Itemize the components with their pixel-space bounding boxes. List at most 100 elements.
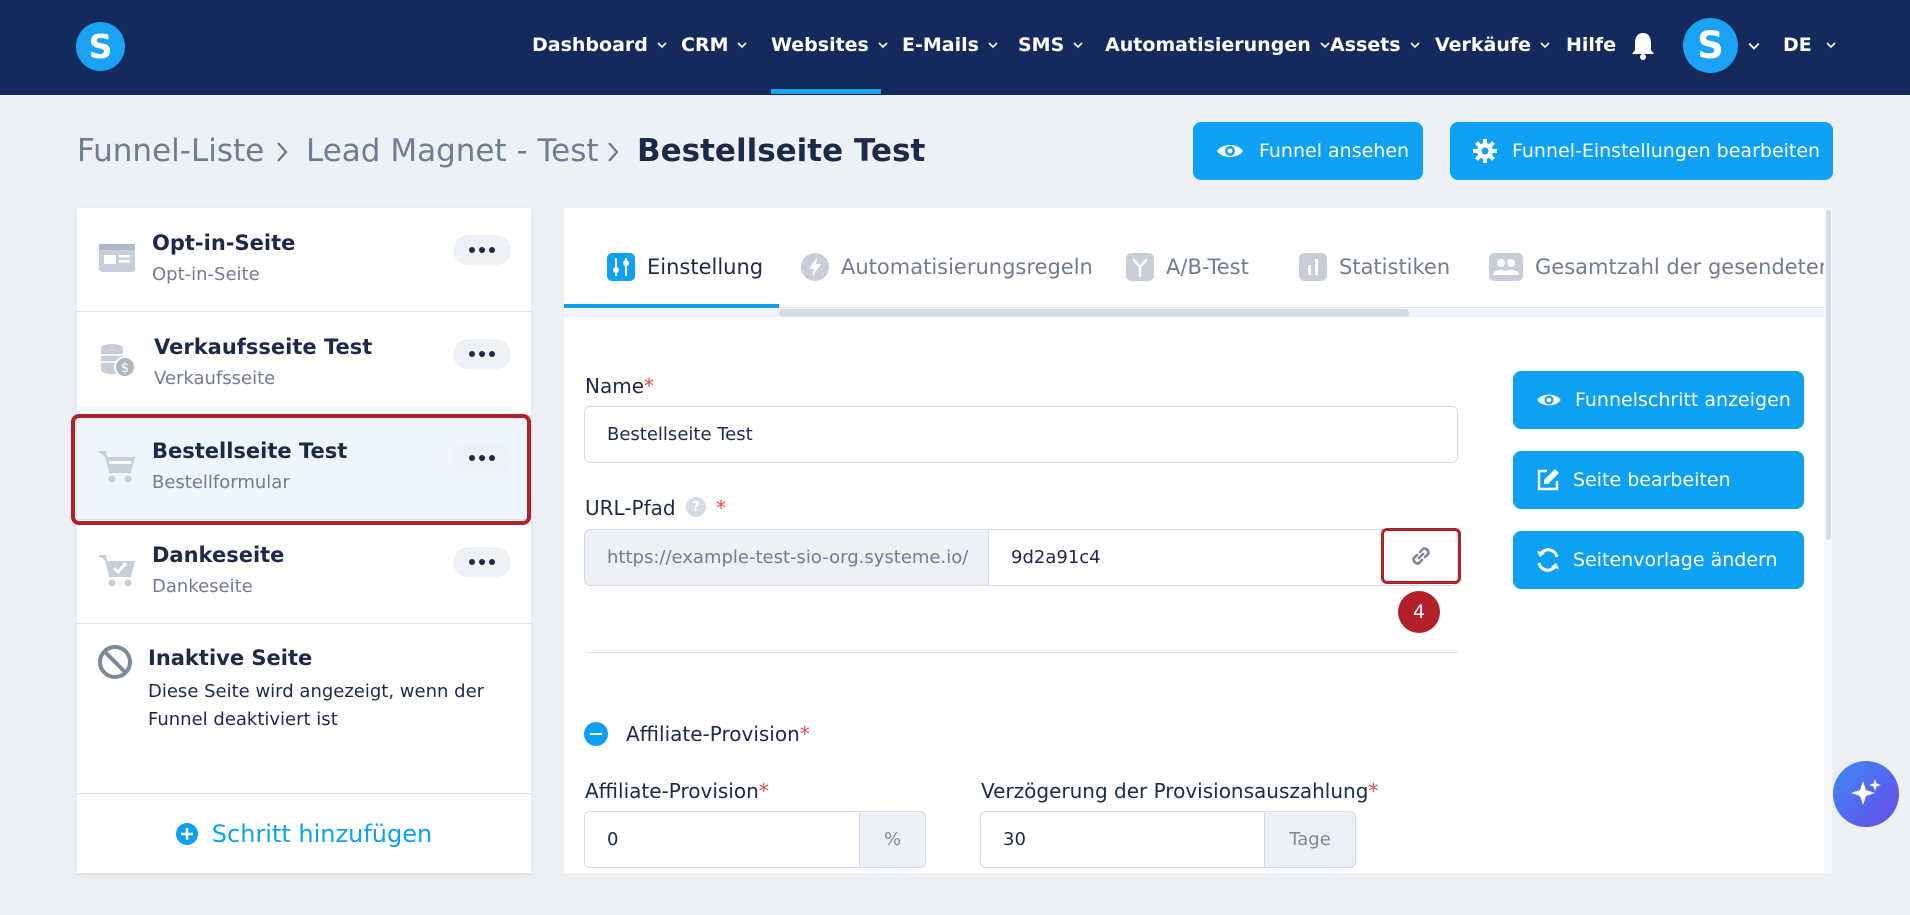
help-icon[interactable]: ? (686, 497, 706, 517)
more-options-button[interactable] (453, 547, 511, 577)
step-title: Dankeseite (152, 543, 285, 567)
tabs-scrollbar-thumb[interactable] (779, 309, 1409, 317)
tab-label: Einstellung (647, 255, 764, 279)
cart-check-icon (99, 555, 136, 587)
chevron-down-icon (988, 42, 998, 49)
step-subtitle: Dankeseite (152, 576, 253, 597)
eye-icon (1537, 394, 1561, 406)
name-input[interactable]: Bestellseite Test (584, 406, 1458, 463)
funnel-steps-sidebar: Opt-in-Seite Opt-in-Seite $ Verkaufsseit… (77, 208, 531, 873)
nav-dashboard-label: Dashboard (532, 34, 648, 56)
language-selector[interactable]: DE (1783, 30, 1836, 60)
payout-delay-input[interactable]: 30 (980, 811, 1265, 868)
nav-sms-label: SMS (1018, 34, 1065, 56)
tab-settings[interactable]: Einstellung (607, 244, 763, 290)
nav-help[interactable]: Hilfe (1566, 30, 1616, 60)
chevron-down-icon (1320, 42, 1330, 49)
required-mark: * (758, 779, 769, 803)
tab-label: Statistiken (1339, 255, 1451, 279)
refresh-icon (1537, 548, 1559, 572)
payout-delay-label-text: Verzögerung der Provisionsauszahlung (981, 779, 1369, 803)
required-mark: * (1368, 779, 1379, 803)
nav-emails-label: E-Mails (902, 34, 979, 56)
chevron-down-icon (1073, 42, 1083, 49)
nav-emails[interactable]: E-Mails (902, 30, 998, 60)
add-step-button[interactable]: Schritt hinzufügen (77, 793, 531, 873)
days-suffix: Tage (1264, 811, 1356, 868)
step-thank-you[interactable]: Dankeseite Dankeseite (77, 520, 531, 624)
affiliate-commission-input[interactable]: 0 (584, 811, 860, 868)
url-prefix: https://example-test-sio-org.systeme.io/ (584, 529, 989, 586)
coins-icon: $ (101, 344, 136, 378)
breadcrumb-funnel-list[interactable]: Funnel-Liste (77, 131, 264, 171)
prohibited-icon (98, 645, 132, 679)
collapse-minus-icon[interactable] (584, 722, 608, 746)
chevron-down-icon (1410, 42, 1420, 49)
link-icon (1412, 547, 1430, 565)
url-path-label-text: URL-Pfad (585, 496, 676, 520)
more-options-button[interactable] (453, 339, 511, 369)
change-template-button[interactable]: Seitenvorlage ändern (1513, 531, 1804, 589)
tab-total-sent[interactable]: Gesamtzahl der gesendeten E (1489, 244, 1832, 290)
tab-automation-rules[interactable]: Automatisierungsregeln (801, 244, 1093, 290)
chevron-down-icon (1826, 42, 1836, 49)
app-logo[interactable]: S (76, 22, 125, 71)
nav-crm[interactable]: CRM (681, 30, 748, 60)
tab-statistics[interactable]: Statistiken (1299, 244, 1450, 290)
nav-assets[interactable]: Assets (1330, 30, 1420, 60)
add-step-label: Schritt hinzufügen (211, 819, 433, 848)
show-funnel-step-button[interactable]: Funnelschritt anzeigen (1513, 371, 1804, 429)
nav-dashboard[interactable]: Dashboard (532, 30, 667, 60)
required-mark: * (644, 374, 655, 398)
step-sales[interactable]: $ Verkaufsseite Test Verkaufsseite (77, 312, 531, 416)
copy-link-button[interactable] (1381, 528, 1461, 584)
step-title: Inaktive Seite (148, 646, 313, 670)
edit-funnel-settings-label: Funnel-Einstellungen bearbeiten (1512, 140, 1821, 162)
sliders-icon (607, 253, 635, 281)
chevron-right-icon (608, 142, 619, 162)
payout-delay-label: Verzögerung der Provisionsauszahlung* (981, 779, 1378, 803)
view-funnel-label: Funnel ansehen (1259, 140, 1410, 162)
tab-label: Gesamtzahl der gesendeten E (1535, 255, 1832, 279)
users-icon (1489, 253, 1523, 281)
show-funnel-step-label: Funnelschritt anzeigen (1575, 389, 1791, 411)
chevron-down-icon (878, 42, 888, 49)
affiliate-section-label: Affiliate-Provision* (626, 722, 810, 746)
nav-websites[interactable]: Websites (771, 30, 888, 60)
step-description: Diese Seite wird angezeigt, wenn der (148, 681, 485, 702)
breadcrumb-funnel[interactable]: Lead Magnet - Test (306, 131, 599, 171)
nav-automations-label: Automatisierungen (1105, 34, 1311, 56)
ai-assistant-button[interactable] (1833, 761, 1899, 827)
panel-scrollbar-thumb[interactable] (1826, 210, 1831, 540)
step-subtitle: Opt-in-Seite (152, 264, 260, 285)
plus-circle-icon (175, 822, 198, 845)
chevron-right-icon (277, 142, 288, 162)
required-mark: * (799, 722, 810, 746)
edit-page-label: Seite bearbeiten (1573, 469, 1731, 491)
nav-sales[interactable]: Verkäufe (1435, 30, 1550, 60)
edit-page-button[interactable]: Seite bearbeiten (1513, 451, 1804, 509)
step-inactive[interactable]: Inaktive Seite Diese Seite wird angezeig… (77, 624, 531, 789)
bolt-icon (801, 253, 829, 281)
step-optin[interactable]: Opt-in-Seite Opt-in-Seite (77, 208, 531, 312)
bar-chart-icon (1299, 253, 1327, 281)
gear-icon (1473, 139, 1497, 163)
split-icon (1126, 253, 1154, 281)
name-label-text: Name (585, 374, 645, 398)
edit-funnel-settings-button[interactable]: Funnel-Einstellungen bearbeiten (1450, 122, 1833, 180)
view-funnel-button[interactable]: Funnel ansehen (1193, 122, 1423, 180)
more-options-button[interactable] (453, 235, 511, 265)
eye-icon (1217, 145, 1243, 157)
tabs-scrollbar[interactable] (564, 309, 1824, 317)
optin-page-icon (99, 244, 135, 272)
nav-sms[interactable]: SMS (1018, 30, 1083, 60)
tab-ab-test[interactable]: A/B-Test (1126, 244, 1249, 290)
section-divider (585, 652, 1458, 653)
chevron-down-icon[interactable] (1748, 40, 1760, 52)
user-avatar[interactable]: S (1683, 18, 1738, 73)
settings-tabs: Einstellung Automatisierungsregeln A/B-T… (564, 208, 1832, 308)
annotation-highlight-step (71, 414, 531, 525)
affiliate-commission-label-text: Affiliate-Provision (585, 779, 759, 803)
nav-automations[interactable]: Automatisierungen (1105, 30, 1330, 60)
bell-icon[interactable] (1630, 31, 1656, 61)
